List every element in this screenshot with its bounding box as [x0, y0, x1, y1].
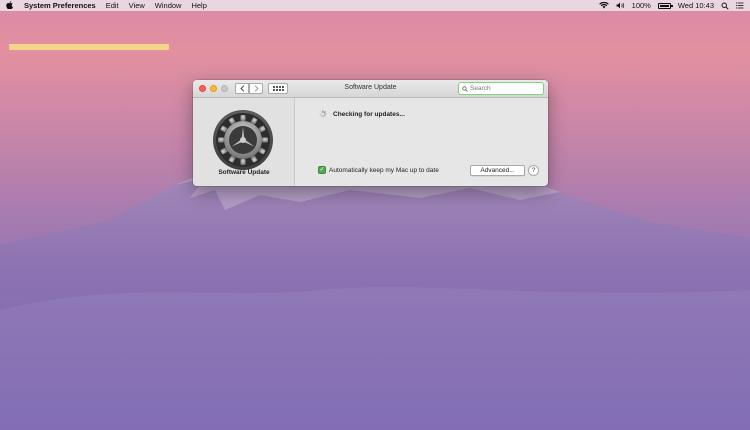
- menubar-clock[interactable]: Wed 10:43: [678, 1, 714, 10]
- sidebar-pane: Software Update: [193, 98, 295, 186]
- menu-window[interactable]: Window: [155, 1, 182, 10]
- battery-icon[interactable]: [657, 2, 673, 9]
- pane-label: Software Update: [218, 169, 270, 176]
- auto-update-label[interactable]: Automatically keep my Mac up to date: [329, 167, 439, 174]
- menu-help[interactable]: Help: [191, 1, 206, 10]
- window-titlebar[interactable]: Software Update: [193, 80, 548, 98]
- search-field[interactable]: [458, 82, 544, 95]
- notification-center-icon[interactable]: [736, 2, 744, 9]
- apple-icon[interactable]: [5, 0, 13, 11]
- battery-fill: [659, 4, 669, 7]
- menu-edit[interactable]: Edit: [106, 1, 119, 10]
- desktop-highlight-bar: [9, 44, 169, 50]
- battery-percent: 100%: [631, 1, 651, 10]
- menu-app-name[interactable]: System Preferences: [24, 1, 96, 10]
- spotlight-icon[interactable]: [721, 2, 729, 10]
- spinner-icon: [319, 110, 327, 118]
- software-update-gear-icon: [212, 109, 274, 171]
- desktop-wallpaper-mountain: [0, 162, 750, 430]
- menu-view[interactable]: View: [129, 1, 145, 10]
- search-input[interactable]: [470, 85, 540, 92]
- auto-update-checkbox[interactable]: ✓: [318, 166, 326, 174]
- software-update-window: Software Update Search Software Update C…: [193, 80, 548, 186]
- update-content-pane: Checking for updates... ✓ Automatically …: [296, 98, 548, 186]
- menubar-status-area: 100% Wed 10:43: [598, 1, 744, 10]
- update-status: Checking for updates...: [319, 110, 405, 118]
- advanced-button[interactable]: Advanced...: [470, 165, 525, 176]
- status-text: Checking for updates...: [333, 110, 405, 118]
- wifi-icon[interactable]: [598, 2, 609, 9]
- volume-icon[interactable]: [616, 2, 625, 9]
- auto-update-row: ✓ Automatically keep my Mac up to date: [318, 166, 439, 174]
- menu-bar: System Preferences Edit View Window Help…: [0, 0, 750, 11]
- help-button[interactable]: ?: [528, 165, 539, 176]
- search-icon: [462, 85, 468, 92]
